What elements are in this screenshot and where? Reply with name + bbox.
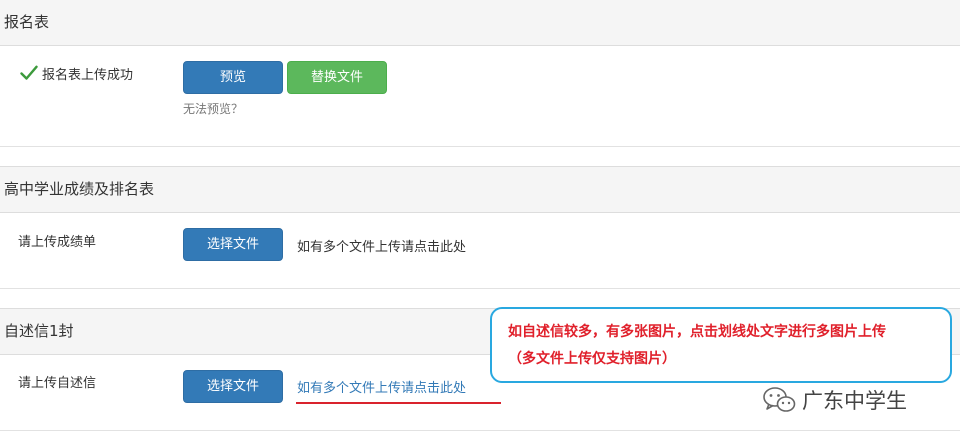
multi-file-upload-link[interactable]: 如有多个文件上传请点击此处 <box>297 377 466 396</box>
replace-file-button[interactable]: 替换文件 <box>287 61 387 94</box>
upload-statement-label: 请上传自述信 <box>18 376 97 391</box>
checkmark-icon <box>20 65 38 80</box>
upload-transcript-label: 请上传成绩单 <box>18 235 97 250</box>
callout-line-2: （多文件上传仅支持图片） <box>508 351 676 367</box>
annotation-callout: 如自述信较多，有多张图片，点击划线处文字进行多图片上传 （多文件上传仅支持图片） <box>490 307 952 383</box>
select-file-button[interactable]: 选择文件 <box>183 228 283 261</box>
select-file-button[interactable]: 选择文件 <box>183 370 283 403</box>
section-body-transcript: 请上传成绩单 选择文件 如有多个文件上传请点击此处 <box>0 213 960 289</box>
section-title: 高中学业成绩及排名表 <box>4 180 155 198</box>
section-title: 自述信1封 <box>4 322 74 340</box>
preview-button[interactable]: 预览 <box>183 61 283 94</box>
watermark: 广东中学生 <box>762 384 907 416</box>
upload-success-label: 报名表上传成功 <box>42 68 134 83</box>
section-header-application-form: 报名表 <box>0 0 960 46</box>
section-body-application-form: 报名表上传成功 预览 替换文件 无法预览？ <box>0 46 960 147</box>
cannot-preview-link[interactable]: 无法预览？ <box>183 100 243 117</box>
section-header-transcript: 高中学业成绩及排名表 <box>0 166 960 213</box>
application-form-page: 报名表 报名表上传成功 预览 替换文件 无法预览？ 高中学业成绩及排名表 请上传… <box>0 0 960 442</box>
multi-file-upload-hint[interactable]: 如有多个文件上传请点击此处 <box>297 236 466 255</box>
section-title: 报名表 <box>4 13 50 31</box>
wechat-icon <box>763 387 796 412</box>
watermark-text: 广东中学生 <box>802 389 907 413</box>
red-underline-annotation <box>296 402 501 404</box>
callout-line-1: 如自述信较多，有多张图片，点击划线处文字进行多图片上传 <box>508 324 886 340</box>
